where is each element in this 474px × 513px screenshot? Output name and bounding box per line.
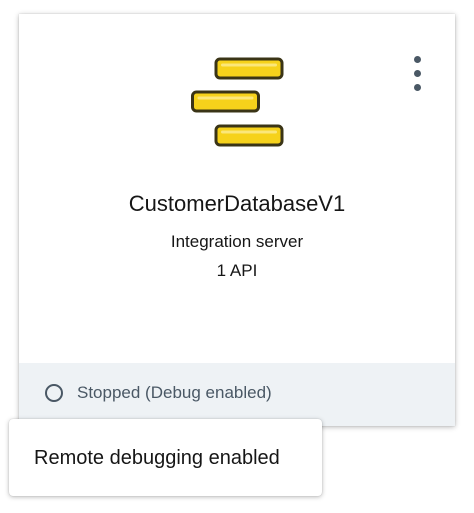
- integration-server-icon: [191, 57, 287, 147]
- debug-tooltip: Remote debugging enabled: [9, 419, 322, 496]
- status-label[interactable]: Stopped (Debug enabled): [77, 381, 272, 405]
- circle-outline-stopped-icon: [45, 384, 63, 402]
- overflow-menu-button[interactable]: [404, 54, 432, 94]
- card-status-footer: Stopped (Debug enabled): [19, 363, 455, 426]
- tooltip-text: Remote debugging enabled: [34, 447, 280, 469]
- api-count: 1 API: [216, 261, 258, 280]
- integration-server-card[interactable]: CustomerDatabaseV1 Integration server 1 …: [19, 14, 455, 426]
- server-type: Integration server: [170, 232, 304, 251]
- server-name: CustomerDatabaseV1: [128, 191, 346, 216]
